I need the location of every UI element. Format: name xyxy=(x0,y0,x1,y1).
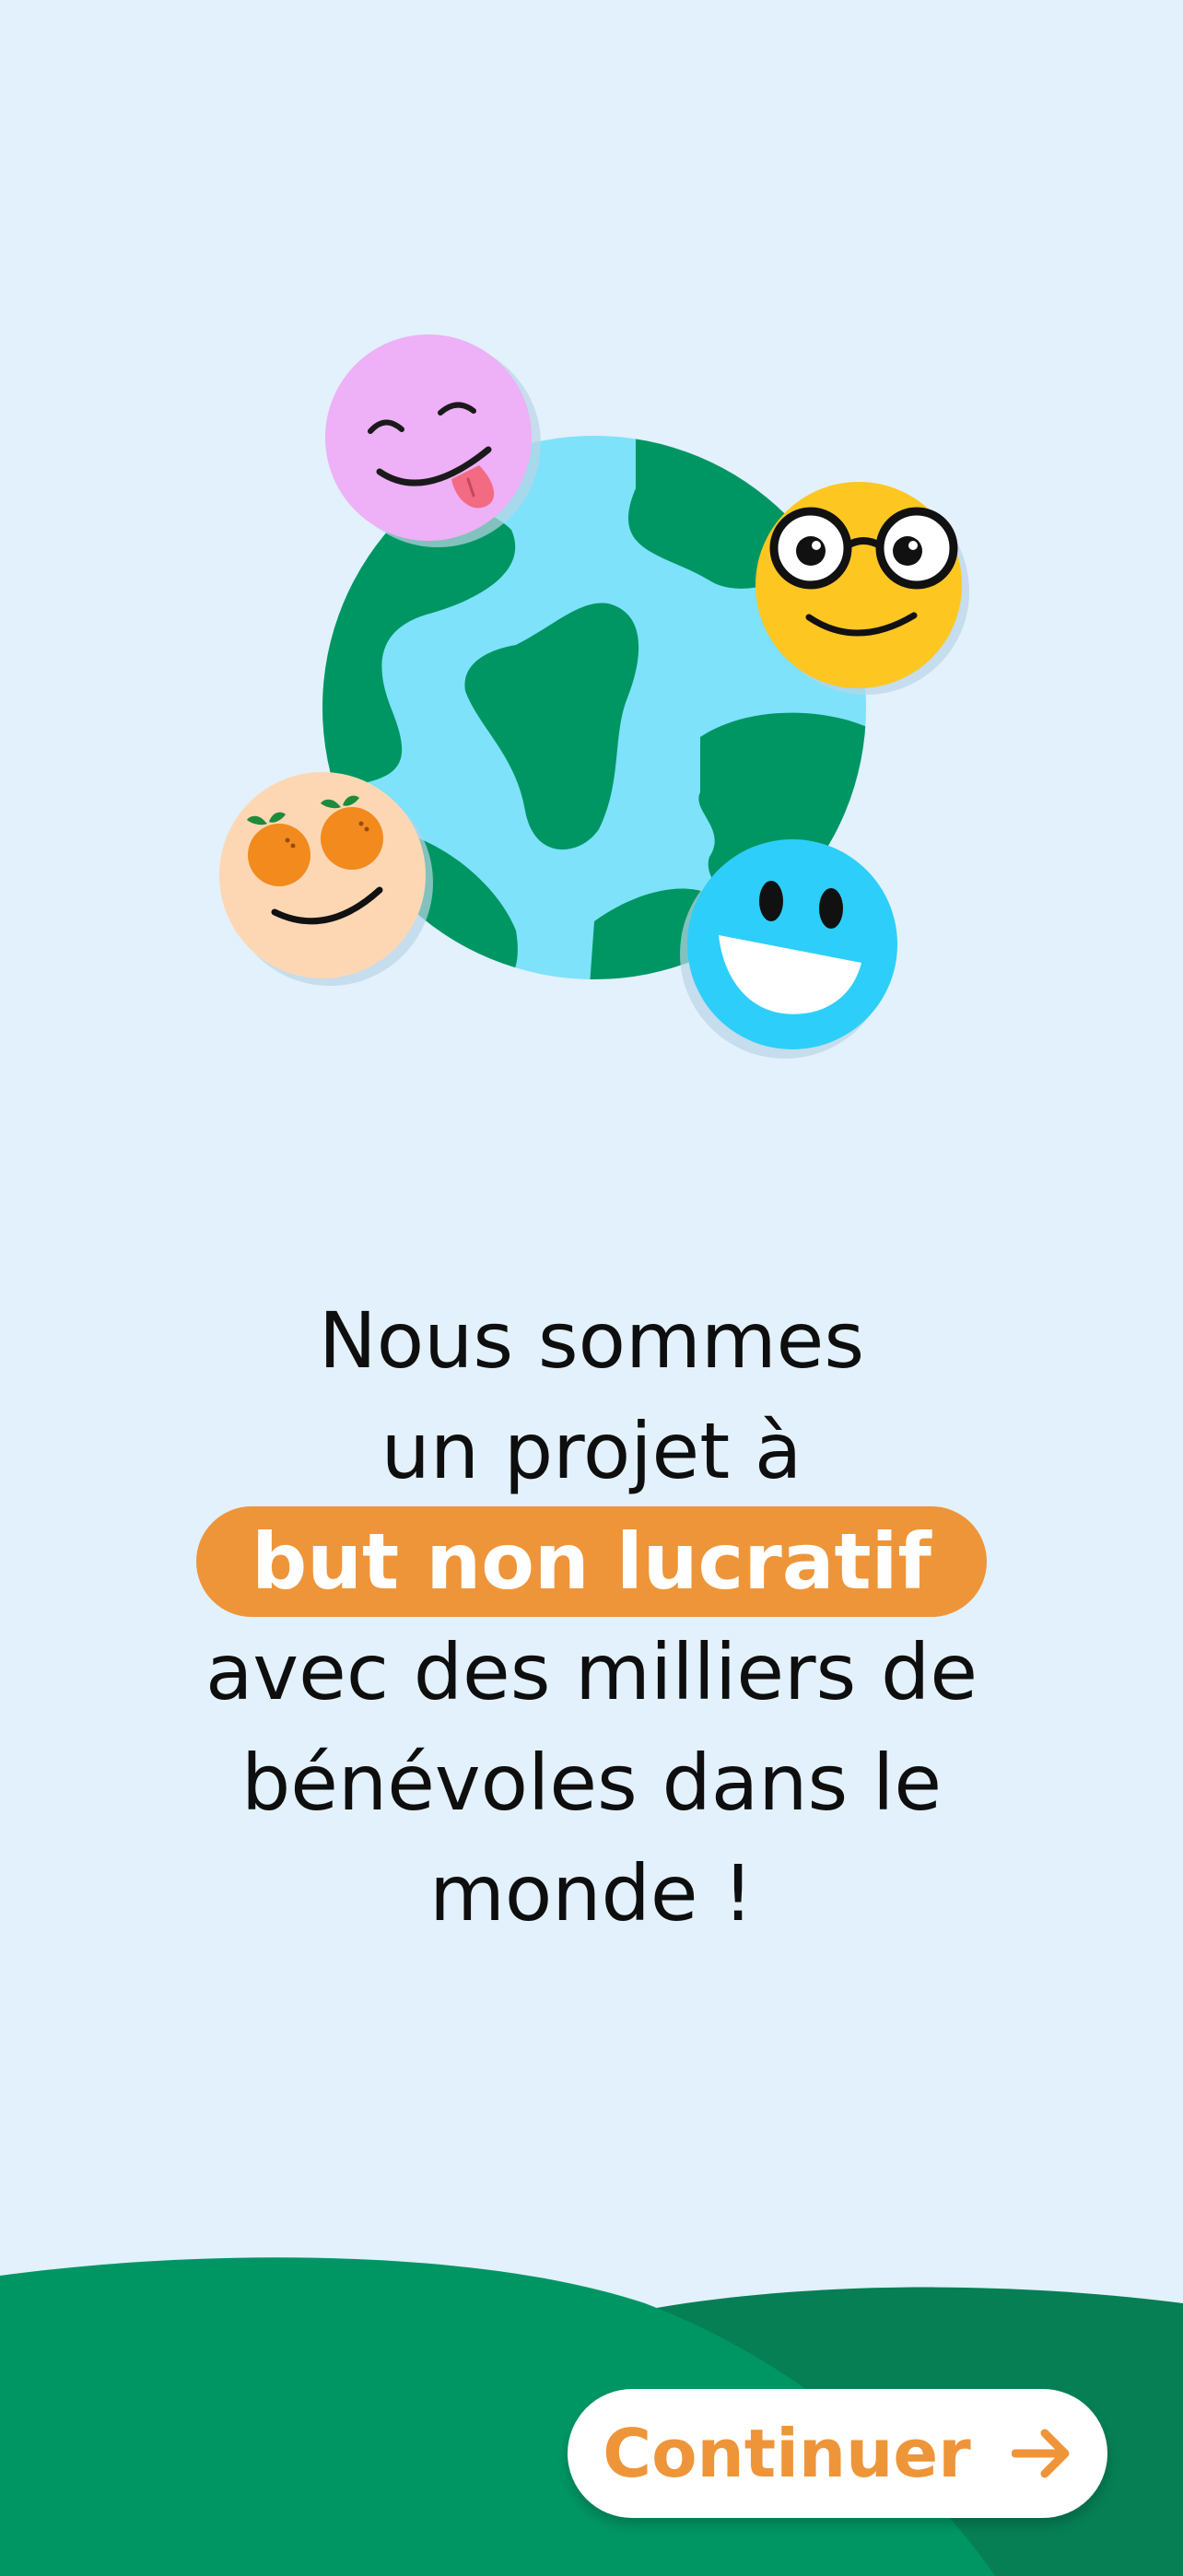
headline-highlight-row: but non lucratif xyxy=(0,1506,1183,1617)
continue-label: Continuer xyxy=(603,2415,971,2492)
welcome-illustration xyxy=(219,334,969,1059)
headline-highlight: but non lucratif xyxy=(196,1506,987,1617)
headline-line-1: Nous sommes xyxy=(318,1295,865,1386)
continue-button[interactable]: Continuer xyxy=(568,2389,1107,2518)
headline-line-4: avec des milliers de xyxy=(205,1627,978,1717)
headline-line-2: un projet à xyxy=(381,1406,802,1496)
tongue-out-face-icon xyxy=(325,334,541,547)
arrow-right-icon xyxy=(1011,2429,1070,2478)
headline-line-6: monde ! xyxy=(429,1848,754,1938)
headline: Nous sommes un projet à but non lucratif… xyxy=(0,1285,1183,1949)
headline-line-5: bénévoles dans le xyxy=(240,1738,943,1828)
